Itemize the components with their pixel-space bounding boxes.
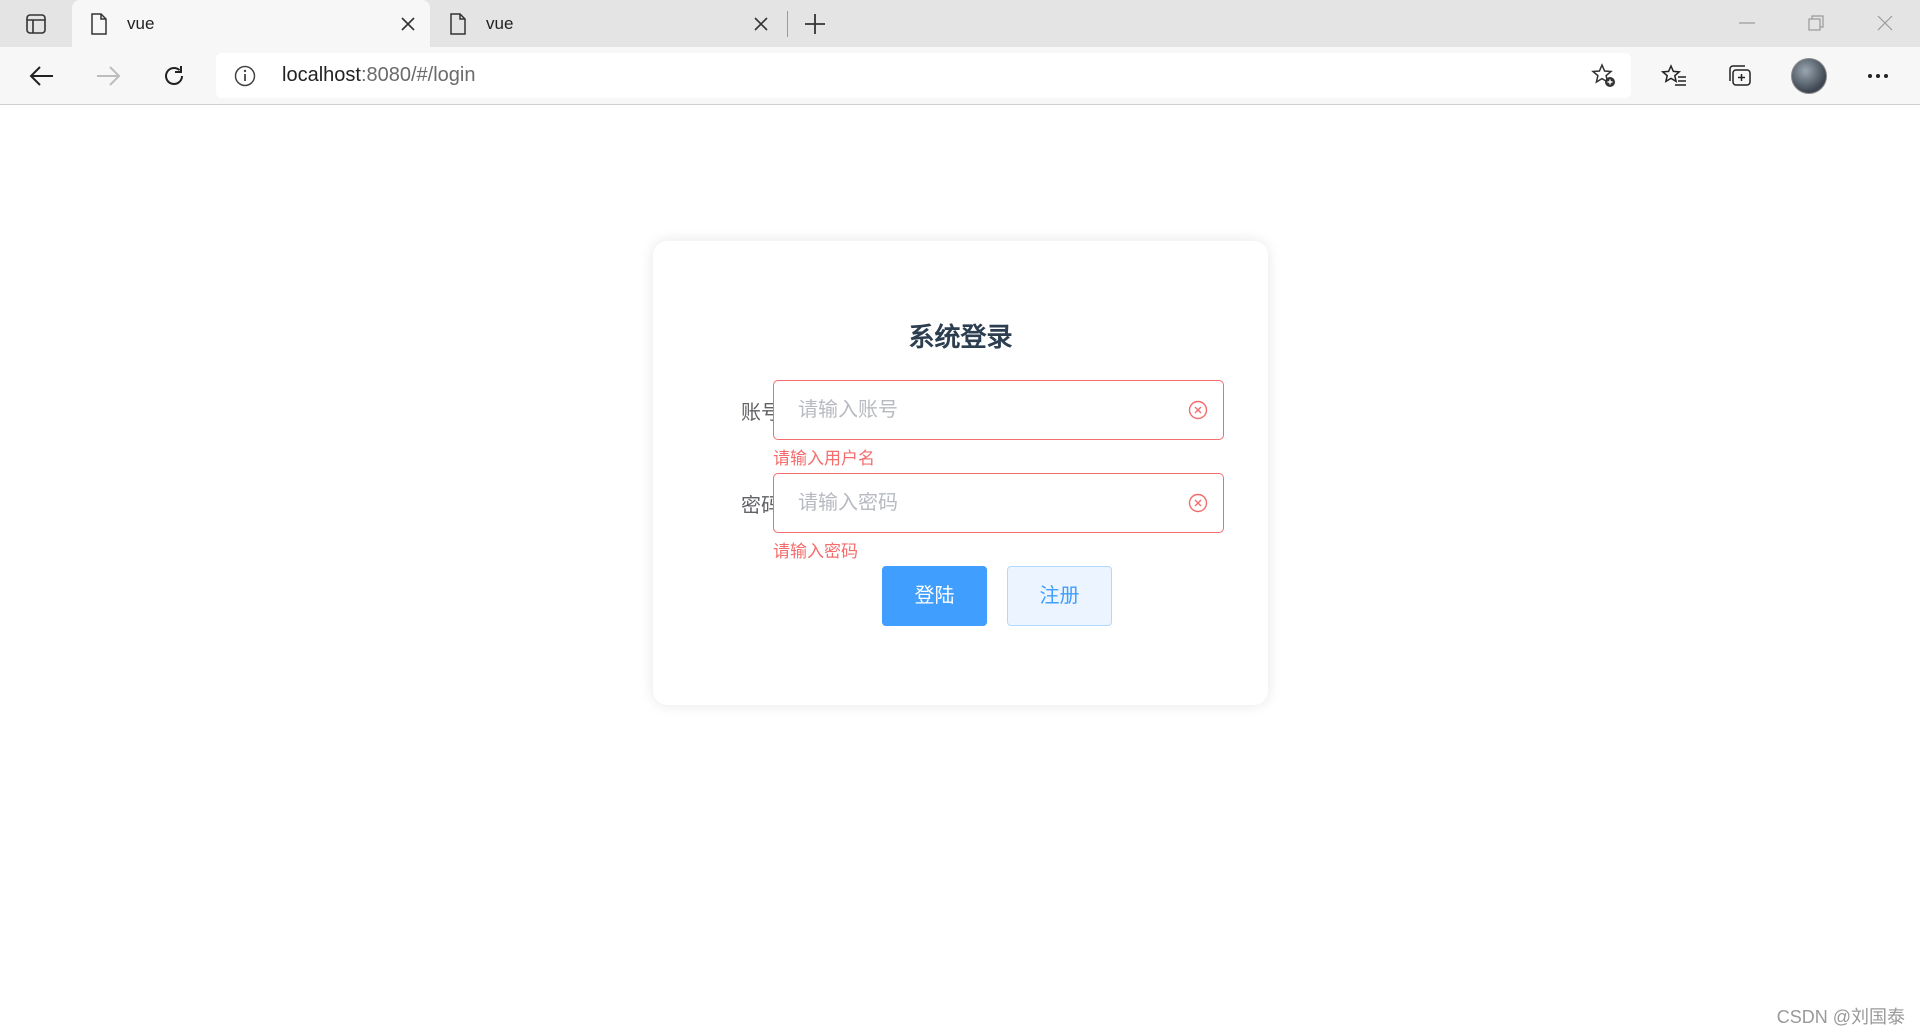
url-path: :8080/#/login <box>360 64 476 86</box>
url-host: localhost <box>282 64 361 86</box>
address-bar[interactable]: localhost:8080/#/login <box>216 53 1631 98</box>
info-icon[interactable] <box>234 65 256 92</box>
username-field[interactable] <box>773 380 1224 440</box>
forward-arrow-icon[interactable] <box>88 56 128 96</box>
password-error: 请输入密码 <box>773 542 858 561</box>
url-text[interactable]: localhost:8080/#/login <box>282 64 475 87</box>
close-window-icon[interactable] <box>1862 6 1908 40</box>
browser-tab-bar: vue vue <box>0 0 1920 47</box>
username-input[interactable] <box>798 381 1178 439</box>
back-arrow-icon[interactable] <box>22 56 62 96</box>
password-label: 密码 <box>741 495 781 517</box>
tab-vue[interactable]: vue <box>431 0 789 47</box>
favorites-icon[interactable] <box>1654 56 1694 96</box>
register-button[interactable]: 注册 <box>1007 566 1112 626</box>
more-menu-icon[interactable] <box>1858 56 1898 96</box>
page-icon <box>90 13 108 40</box>
refresh-icon[interactable] <box>154 56 194 96</box>
add-favorite-icon[interactable] <box>1591 63 1617 94</box>
watermark-text: CSDN @刘国泰 <box>1776 1007 1905 1027</box>
tab-divider <box>787 11 788 37</box>
new-tab-icon[interactable] <box>800 10 830 38</box>
tab-actions-icon[interactable] <box>16 10 56 38</box>
browser-toolbar: localhost:8080/#/login <box>0 47 1920 105</box>
login-button[interactable]: 登陆 <box>882 566 987 626</box>
page-title: 系统登录 <box>908 322 1013 352</box>
clear-icon[interactable] <box>1188 493 1208 513</box>
password-input[interactable] <box>798 474 1178 532</box>
collections-icon[interactable] <box>1720 56 1760 96</box>
minimize-icon[interactable] <box>1724 6 1770 40</box>
username-error: 请输入用户名 <box>773 449 875 468</box>
restore-icon[interactable] <box>1793 6 1839 40</box>
tab-title: vue <box>127 14 155 33</box>
username-label: 账号 <box>741 402 781 424</box>
tab-vue-active[interactable]: vue <box>72 0 430 47</box>
page-icon <box>449 13 467 40</box>
login-card: 系统登录 账号 请输入用户名 密码 请输入密码 登陆 注册 <box>653 241 1268 705</box>
close-tab-icon[interactable] <box>398 14 418 34</box>
tab-title: vue <box>486 14 514 33</box>
password-field[interactable] <box>773 473 1224 533</box>
clear-icon[interactable] <box>1188 400 1208 420</box>
close-tab-icon[interactable] <box>751 14 771 34</box>
profile-avatar[interactable] <box>1791 58 1827 94</box>
